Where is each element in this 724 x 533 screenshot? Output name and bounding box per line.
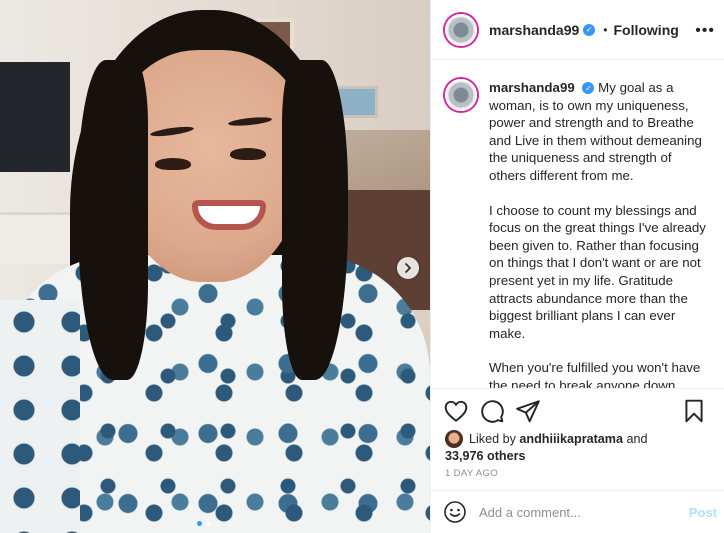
post-timestamp[interactable]: 1 DAY AGO	[445, 468, 498, 479]
photo-eye-right	[230, 148, 266, 160]
likes-conjunction: and	[626, 431, 648, 446]
post-header: marshanda99 ✓ • Following •••	[431, 0, 724, 60]
share-icon[interactable]	[515, 398, 541, 424]
likes-row: Liked by andhiiikapratama and	[445, 430, 715, 448]
photo-smile	[192, 200, 266, 230]
carousel-dot	[206, 521, 211, 526]
caption-paragraph: marshanda99 ✓ My goal as a woman, is to …	[489, 79, 711, 185]
more-icon[interactable]: •••	[695, 22, 715, 40]
emoji-icon[interactable]	[443, 500, 467, 524]
photo-shirt-sleeve	[0, 300, 80, 533]
photo-hair-left	[78, 60, 148, 380]
comment-input[interactable]	[479, 504, 679, 520]
liker-username[interactable]: andhiiikapratama	[519, 431, 623, 448]
post-actions	[431, 388, 724, 432]
header-separator: •	[603, 22, 608, 37]
carousel-indicator	[197, 521, 211, 526]
post-photo[interactable]	[0, 0, 430, 533]
post-sidebar: marshanda99 ✓ • Following ••• marshanda9…	[430, 0, 724, 533]
caption-text: marshanda99 ✓ My goal as a woman, is to …	[489, 79, 711, 388]
bookmark-icon[interactable]	[681, 398, 707, 424]
following-button[interactable]: Following	[613, 22, 678, 38]
photo-hair-right	[282, 60, 348, 380]
likes-summary: Liked by andhiiikapratama and 33,976 oth…	[445, 430, 715, 465]
caption-paragraph: I choose to count my blessings and focus…	[489, 202, 706, 341]
caption-author-avatar[interactable]	[445, 79, 477, 111]
verified-badge-icon: ✓	[583, 23, 596, 36]
author-avatar[interactable]	[445, 13, 477, 46]
comment-bar: Post	[431, 490, 724, 533]
post-comment-button[interactable]: Post	[689, 505, 717, 520]
likes-prefix: Liked by	[469, 431, 516, 446]
photo-background-tv	[0, 62, 70, 172]
chevron-right-icon	[405, 263, 411, 273]
liker-avatar[interactable]	[445, 430, 463, 448]
likes-count[interactable]: 33,976 others	[445, 449, 526, 463]
author-username[interactable]: marshanda99	[489, 22, 579, 38]
comment-icon[interactable]	[479, 398, 505, 424]
caption-paragraph: When you're fulfilled you won't have the…	[489, 360, 701, 388]
carousel-next-button[interactable]	[397, 257, 419, 279]
verified-badge-icon: ✓	[582, 82, 595, 95]
photo-eye-left	[155, 158, 191, 170]
carousel-dot-active	[197, 521, 202, 526]
caption-username[interactable]: marshanda99	[489, 80, 575, 95]
heart-icon[interactable]	[443, 398, 469, 424]
caption-paragraph-text: My goal as a woman, is to own my uniquen…	[489, 80, 702, 183]
caption-scroll-area[interactable]: marshanda99 ✓ My goal as a woman, is to …	[431, 61, 724, 388]
